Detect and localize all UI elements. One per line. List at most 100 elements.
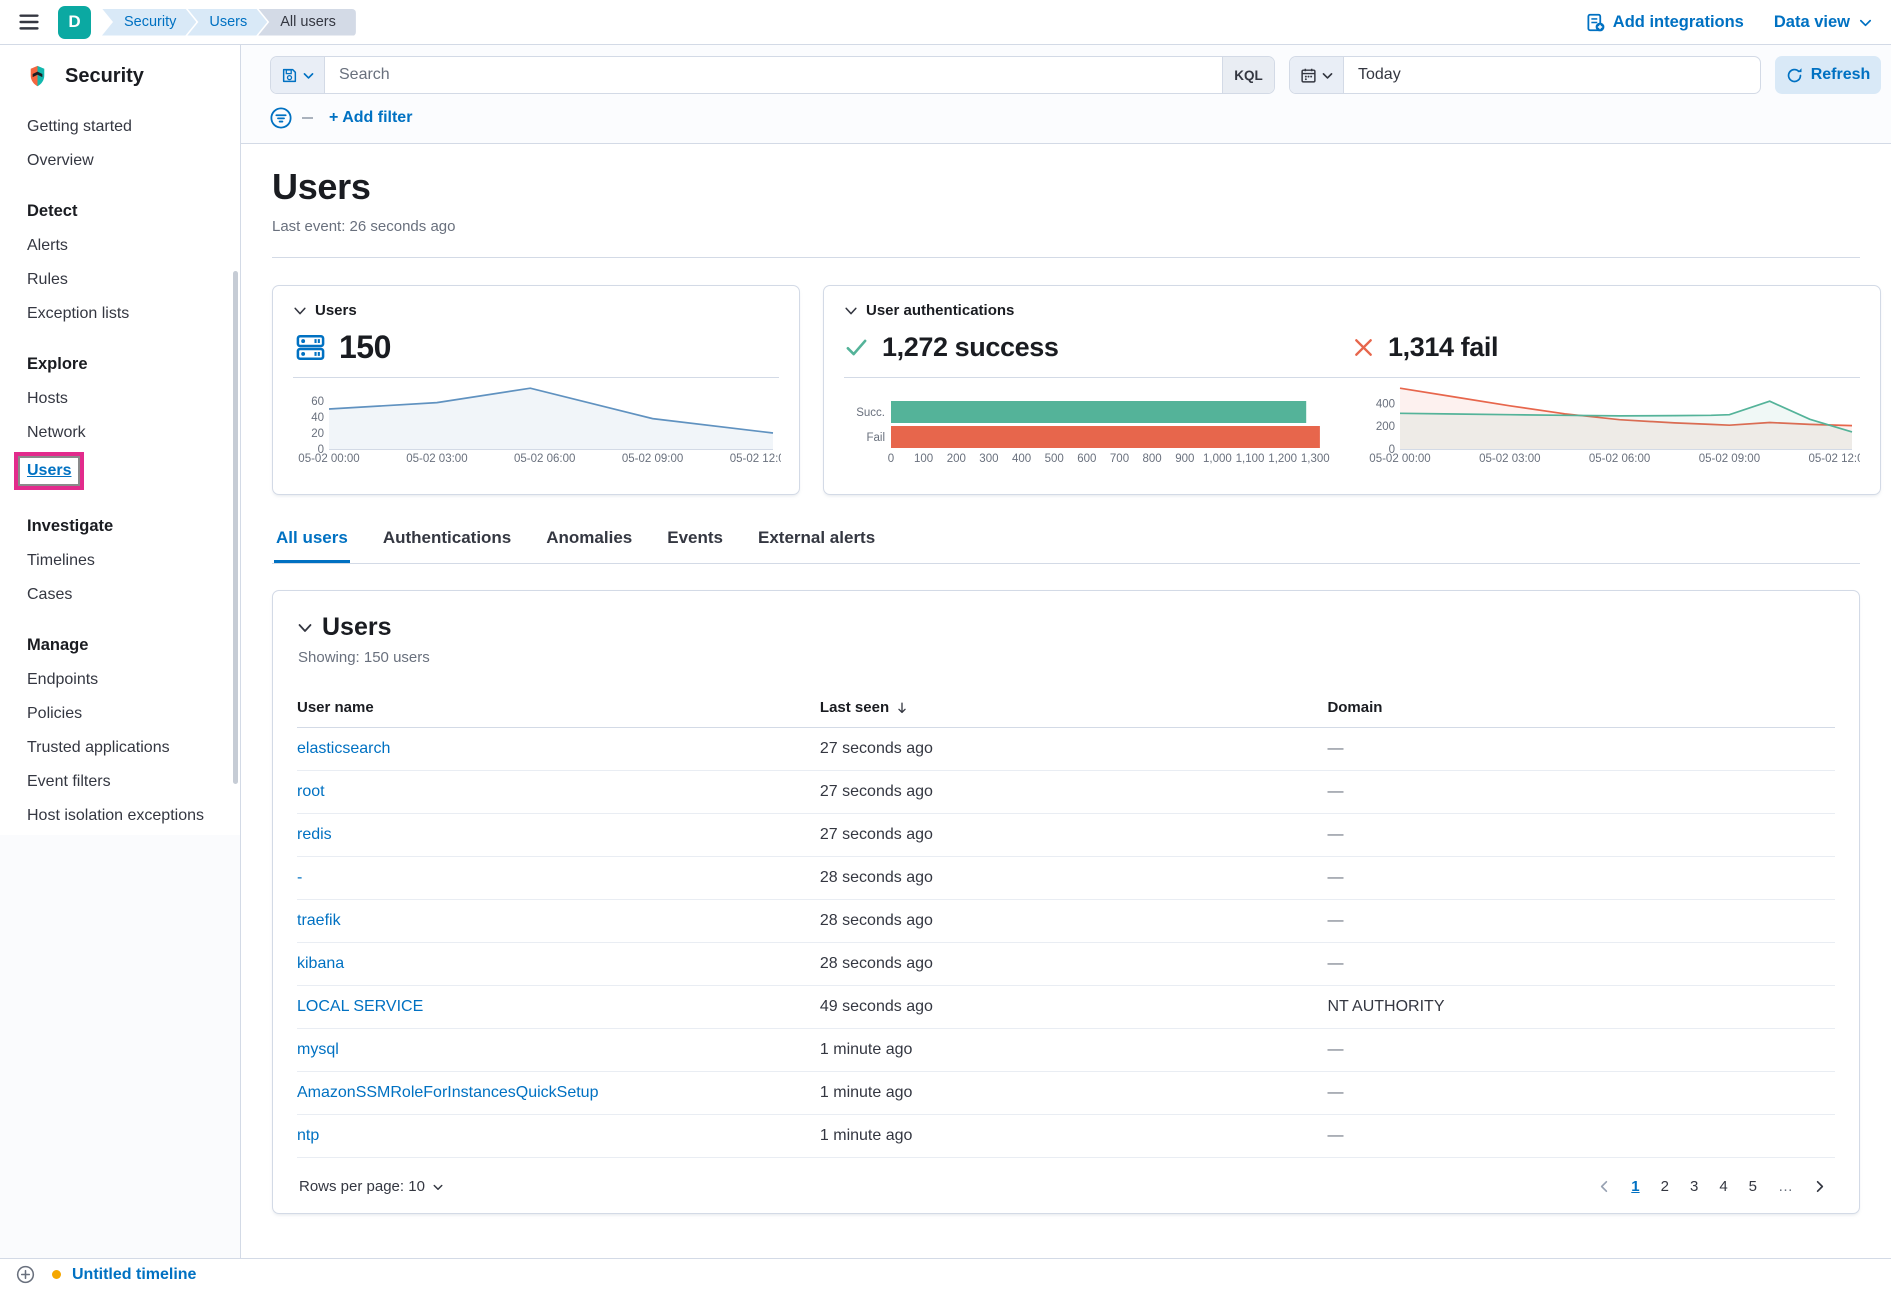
last-seen-value: 28 seconds ago	[820, 943, 1328, 986]
page-content: Users Last event: 26 seconds ago Users	[241, 144, 1891, 1214]
user-name-link[interactable]: -	[297, 869, 302, 886]
auth-metrics-row: 1,272 success 1,314 fail	[844, 327, 1860, 367]
add-integrations-link[interactable]: Add integrations	[1586, 13, 1744, 32]
user-name-link[interactable]: LOCAL SERVICE	[297, 998, 423, 1015]
column-header-last-seen[interactable]: Last seen	[820, 693, 1328, 728]
domain-value: —	[1327, 1115, 1835, 1158]
tab-external-alerts[interactable]: External alerts	[756, 522, 877, 563]
previous-page-button[interactable]	[1591, 1175, 1618, 1198]
rows-per-page-selector[interactable]: Rows per page: 10	[299, 1178, 444, 1195]
app-window: D Security Users All users Add integrati…	[0, 0, 1891, 1290]
date-quick-select-button[interactable]	[1290, 57, 1344, 93]
user-name-link[interactable]: mysql	[297, 1041, 339, 1058]
page-number-button[interactable]: 2	[1653, 1174, 1677, 1199]
data-view-selector[interactable]: Data view	[1774, 13, 1873, 32]
svg-text:20: 20	[311, 428, 324, 440]
check-icon	[844, 335, 869, 360]
filter-icon[interactable]	[270, 107, 292, 129]
sidebar-item-blocklist[interactable]: Blocklist	[27, 841, 86, 858]
chevron-down-icon	[293, 304, 307, 318]
tab-authentications[interactable]: Authentications	[381, 522, 513, 563]
sidebar-item-hosts[interactable]: Hosts	[27, 390, 68, 407]
sidebar-item-network[interactable]: Network	[27, 424, 86, 441]
last-seen-value: 28 seconds ago	[820, 857, 1328, 900]
tab-events[interactable]: Events	[665, 522, 725, 563]
user-name-link[interactable]: kibana	[297, 955, 344, 972]
page-number-button: …	[1770, 1174, 1801, 1199]
user-name-link[interactable]: redis	[297, 826, 332, 843]
tab-anomalies[interactable]: Anomalies	[544, 522, 634, 563]
svg-text:05-02 09:00: 05-02 09:00	[622, 453, 683, 465]
kql-language-button[interactable]: KQL	[1222, 57, 1274, 93]
user-name-link[interactable]: root	[297, 783, 325, 800]
last-seen-value: 49 seconds ago	[820, 986, 1328, 1029]
svg-text:60: 60	[311, 396, 324, 408]
svg-text:Fail: Fail	[866, 432, 885, 444]
search-bar: KQL	[270, 56, 1275, 94]
page-number-button[interactable]: 1	[1623, 1174, 1647, 1199]
page-number-button[interactable]: 3	[1682, 1174, 1706, 1199]
sidebar-item-host-isolation-exceptions[interactable]: Host isolation exceptions	[27, 807, 204, 824]
card-divider	[293, 377, 779, 378]
timeline-bottom-bar[interactable]: Untitled timeline	[0, 1258, 1891, 1290]
hamburger-icon	[18, 11, 40, 33]
sidebar-item-trusted-applications[interactable]: Trusted applications	[27, 739, 170, 756]
sidebar-item-timelines[interactable]: Timelines	[27, 552, 95, 569]
sidebar-item-event-filters[interactable]: Event filters	[27, 773, 111, 790]
sidebar-item-policies[interactable]: Policies	[27, 705, 82, 722]
tab-all-users[interactable]: All users	[274, 522, 350, 563]
saved-query-menu-button[interactable]	[271, 57, 325, 93]
sidebar-item-users[interactable]: Users	[18, 456, 80, 486]
sidebar-title: Security	[65, 65, 144, 88]
svg-text:300: 300	[979, 453, 998, 465]
search-input[interactable]	[325, 57, 1222, 93]
auth-kpi-accordion[interactable]: User authentications	[844, 302, 1860, 319]
space-avatar[interactable]: D	[58, 6, 91, 39]
table-pagination: Rows per page: 10	[297, 1174, 1835, 1199]
next-page-button[interactable]	[1806, 1175, 1833, 1198]
menu-button[interactable]	[18, 11, 40, 33]
page-buttons: 1 2 3 4 5 …	[1591, 1174, 1833, 1199]
refresh-button[interactable]: Refresh	[1775, 56, 1881, 94]
auth-bar-chart: Succ.Fail01002003004005006007008009001,0…	[844, 380, 1340, 466]
last-seen-value: 27 seconds ago	[820, 771, 1328, 814]
domain-value: —	[1327, 814, 1835, 857]
breadcrumb-users[interactable]: Users	[187, 9, 267, 36]
sidebar-item-rules[interactable]: Rules	[27, 271, 68, 288]
sidebar-item-endpoints[interactable]: Endpoints	[27, 671, 98, 688]
sidebar-item-getting-started[interactable]: Getting started	[27, 118, 132, 135]
sidebar-header: Security	[0, 45, 240, 102]
user-name-link[interactable]: traefik	[297, 912, 341, 929]
last-seen-value: 28 seconds ago	[820, 900, 1328, 943]
user-name-link[interactable]: ntp	[297, 1127, 319, 1144]
users-table-accordion[interactable]: Users	[297, 613, 1835, 642]
domain-value: —	[1327, 1072, 1835, 1115]
user-authentications-kpi-card: User authentications 1,272 success	[823, 285, 1881, 495]
chevron-down-icon	[1321, 69, 1334, 82]
sidebar-item-cases[interactable]: Cases	[27, 586, 72, 603]
user-name-link[interactable]: elasticsearch	[297, 740, 390, 757]
card-divider	[844, 377, 1860, 378]
sidebar-scrollbar[interactable]	[233, 271, 238, 784]
title-divider	[272, 257, 1860, 258]
add-filter-button[interactable]: + Add filter	[329, 109, 412, 127]
date-picker: Today	[1289, 56, 1761, 94]
user-name-link[interactable]: AmazonSSMRoleForInstancesQuickSetup	[297, 1084, 598, 1101]
users-kpi-accordion[interactable]: Users	[293, 302, 779, 319]
breadcrumb-security[interactable]: Security	[102, 9, 196, 36]
sidebar-item-overview[interactable]: Overview	[27, 152, 94, 169]
users-area-chart: 020406005-02 00:0005-02 03:0005-02 06:00…	[293, 380, 781, 466]
column-header-user-name[interactable]: User name	[297, 693, 820, 728]
sidebar-item-alerts[interactable]: Alerts	[27, 237, 68, 254]
page-number-button[interactable]: 5	[1741, 1174, 1765, 1199]
security-sidebar: Security Getting started Overview Detect…	[0, 45, 241, 1258]
date-range-value[interactable]: Today	[1344, 57, 1760, 93]
page-number-button[interactable]: 4	[1711, 1174, 1735, 1199]
svg-text:05-02 06:00: 05-02 06:00	[1589, 453, 1650, 465]
column-header-domain[interactable]: Domain	[1327, 693, 1835, 728]
table-row: root 27 seconds ago —	[297, 771, 1835, 814]
svg-text:1,200: 1,200	[1268, 453, 1297, 465]
svg-text:400: 400	[1012, 453, 1031, 465]
table-row: ntp 1 minute ago —	[297, 1115, 1835, 1158]
sidebar-item-exception-lists[interactable]: Exception lists	[27, 305, 129, 322]
